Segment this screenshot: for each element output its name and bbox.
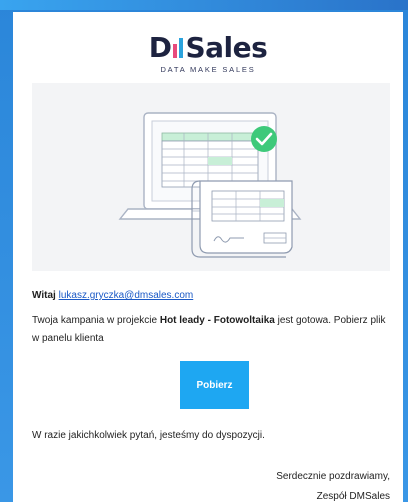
project-name: Hot leady - Fotowoltaika: [159, 315, 275, 326]
campaign-message: Twoja kampania w projekcie Hot leady - F…: [32, 312, 392, 348]
email-card: D Sales DATA MAKE SALES Witaj lukasz.gry…: [13, 12, 403, 502]
logo-bar-blue: [179, 38, 184, 58]
paper-document-icon: [191, 180, 293, 258]
logo-suffix: Sales: [185, 31, 268, 64]
questions-text: W razie jakichkolwiek pytań, jesteśmy do…: [32, 430, 265, 441]
message-part-1: Twoja kampania w projekcie: [32, 315, 160, 326]
signoff: Serdecznie pozdrawiamy, Zespół DMSales: [276, 467, 390, 502]
greeting-line: Witaj lukasz.gryczka@dmsales.com: [32, 290, 193, 301]
laptop-spreadsheet-illustration: [118, 112, 302, 258]
check-circle-icon: [251, 126, 277, 152]
screen-spreadsheet: [161, 132, 259, 188]
logo-prefix: D: [148, 31, 172, 64]
frame-top-accent: [0, 0, 408, 10]
logo-tagline: DATA MAKE SALES: [160, 65, 256, 74]
signoff-team: Zespół DMSales: [316, 491, 390, 502]
recipient-email-link[interactable]: lukasz.gryczka@dmsales.com: [59, 290, 194, 301]
greeting-label: Witaj: [32, 290, 56, 301]
dmsales-logo: D Sales DATA MAKE SALES: [13, 34, 403, 75]
logo-wordmark: D Sales: [149, 34, 268, 62]
logo-bar-pink: [173, 44, 178, 58]
logo-bars-icon: [173, 38, 184, 58]
signoff-greeting: Serdecznie pozdrawiamy,: [276, 471, 390, 482]
download-button[interactable]: Pobierz: [180, 361, 249, 409]
hero-illustration: [32, 83, 390, 271]
